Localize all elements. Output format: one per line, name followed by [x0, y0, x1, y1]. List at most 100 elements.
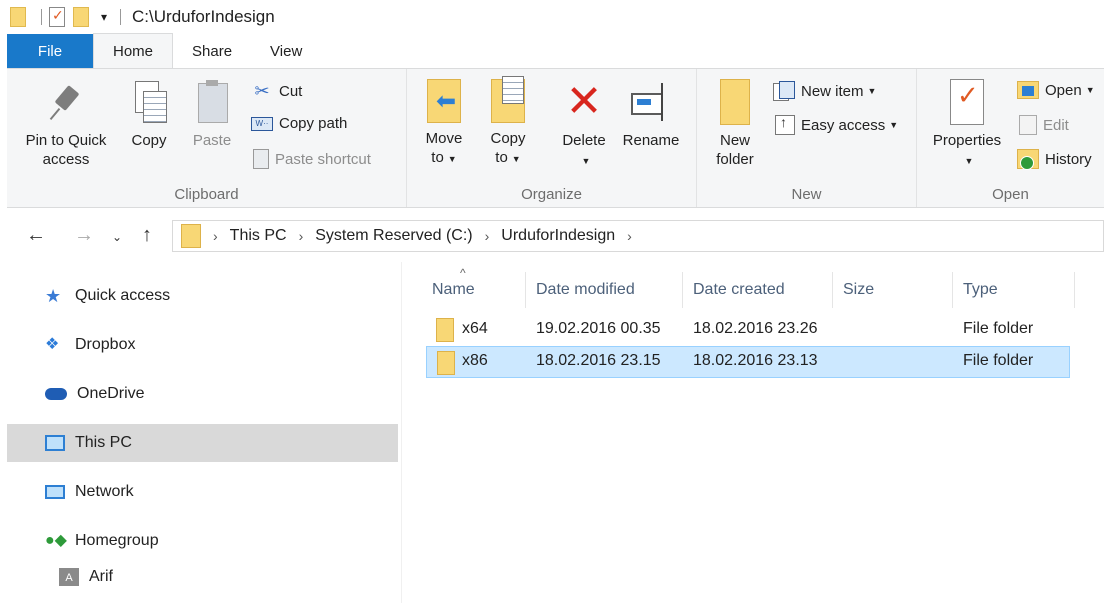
- new-group-label: New: [791, 186, 822, 203]
- column-header-label: Date created: [693, 281, 785, 298]
- tab-home[interactable]: Home: [93, 33, 174, 68]
- customize-toolbar-chevron-icon[interactable]: ▾: [101, 10, 107, 24]
- open-group: Properties ▼ Open ▼ Edit History Open: [917, 69, 1104, 207]
- breadcrumb-chevron-icon[interactable]: ›: [213, 228, 218, 244]
- folder-icon[interactable]: [10, 7, 26, 27]
- properties-icon: [950, 79, 984, 125]
- history-button[interactable]: History: [1017, 149, 1092, 170]
- table-row[interactable]: x86 18.02.2016 23.15 18.02.2016 23.13 Fi…: [426, 346, 1070, 378]
- copy-to-label-line1: Copy: [490, 130, 526, 147]
- file-date-modified: 19.02.2016 00.35: [536, 320, 661, 337]
- easy-access-button[interactable]: Easy access ▼: [775, 114, 899, 135]
- breadcrumb-chevron-icon[interactable]: ›: [299, 228, 304, 244]
- file-list: ^ Name Date modified Date created Size T…: [402, 262, 1104, 603]
- column-header-date-modified[interactable]: Date modified: [526, 272, 683, 308]
- open-button[interactable]: Open ▼: [1017, 81, 1095, 99]
- tab-file[interactable]: File: [7, 34, 93, 68]
- nav-item-onedrive[interactable]: OneDrive: [7, 375, 398, 413]
- breadcrumb-system-reserved[interactable]: System Reserved (C:): [315, 227, 472, 245]
- paste-icon: [195, 79, 229, 125]
- breadcrumb-chevron-icon[interactable]: ›: [627, 228, 632, 244]
- paste-button[interactable]: Paste: [185, 79, 239, 150]
- paste-shortcut-button[interactable]: Paste shortcut: [253, 149, 371, 169]
- file-type: File folder: [963, 320, 1034, 337]
- nav-item-homegroup[interactable]: ●◆ Homegroup: [7, 522, 398, 560]
- recent-locations-chevron-icon[interactable]: ⌄: [112, 230, 122, 244]
- pin-to-quick-access-button[interactable]: Pin to Quick access: [13, 79, 119, 169]
- tab-view[interactable]: View: [251, 34, 321, 68]
- chevron-down-icon: ▼: [889, 120, 899, 130]
- nav-item-this-pc[interactable]: This PC: [7, 424, 398, 462]
- clipboard-group: Pin to Quick access Copy Paste ✂ Cut W··…: [7, 69, 407, 207]
- sort-ascending-icon: ^: [460, 266, 466, 280]
- column-header-size[interactable]: Size: [833, 272, 953, 308]
- easy-access-label: Easy access: [801, 116, 886, 134]
- column-header-type[interactable]: Type: [953, 272, 1075, 308]
- delete-label: Delete: [562, 132, 606, 149]
- nav-item-network[interactable]: Network: [7, 473, 398, 511]
- new-item-button[interactable]: New item ▼: [773, 81, 876, 101]
- new-item-icon: [773, 81, 795, 101]
- chevron-down-icon: ▼: [964, 156, 974, 166]
- new-folder-icon[interactable]: [73, 7, 89, 27]
- column-header-date-created[interactable]: Date created: [683, 272, 833, 308]
- open-icon: [1017, 81, 1039, 99]
- delete-button[interactable]: ✕ Delete ▼: [555, 79, 613, 171]
- nav-item-label: Dropbox: [75, 336, 136, 353]
- copy-path-button[interactable]: W·· Copy path: [251, 115, 347, 132]
- back-arrow-icon[interactable]: ←: [26, 224, 46, 247]
- easy-access-icon: [775, 114, 795, 135]
- pin-icon: [46, 79, 86, 125]
- tab-share[interactable]: Share: [173, 34, 251, 68]
- table-row[interactable]: x64 19.02.2016 00.35 18.02.2016 23.26 Fi…: [426, 314, 1070, 346]
- breadcrumb-chevron-icon[interactable]: ›: [485, 228, 490, 244]
- organize-group: Move to▼ Copy to▼ ✕ Delete ▼ Rename Orga…: [407, 69, 697, 207]
- copy-path-label: Copy path: [279, 115, 348, 132]
- edit-button[interactable]: Edit: [1019, 115, 1069, 135]
- cut-button[interactable]: ✂ Cut: [251, 81, 302, 102]
- chevron-down-icon: ▼: [447, 154, 457, 164]
- forward-arrow-icon[interactable]: →: [74, 224, 94, 247]
- column-header-label: Type: [963, 281, 998, 298]
- rename-button[interactable]: Rename: [617, 79, 685, 150]
- copy-label: Copy: [131, 132, 167, 149]
- nav-item-label: This PC: [75, 434, 132, 451]
- column-header-label: Size: [843, 281, 875, 298]
- column-header-label: Name: [432, 281, 475, 298]
- file-type: File folder: [963, 352, 1034, 369]
- nav-item-arif[interactable]: A Arif: [7, 558, 398, 596]
- new-folder-icon: [720, 79, 750, 125]
- paste-label: Paste: [192, 132, 232, 149]
- homegroup-icon: ●◆: [45, 532, 67, 549]
- window-title: C:\UrduforIndesign: [132, 7, 275, 26]
- network-icon: [45, 485, 65, 499]
- clipboard-group-label: Clipboard: [174, 186, 239, 203]
- new-folder-label-line1: New: [719, 132, 750, 149]
- folder-icon: [181, 224, 201, 248]
- file-name: x64: [462, 320, 488, 337]
- new-folder-label-line2: folder: [716, 151, 754, 168]
- nav-item-dropbox[interactable]: ❖ Dropbox: [7, 326, 398, 364]
- file-date-created: 18.02.2016 23.13: [693, 352, 818, 369]
- properties-icon[interactable]: [49, 7, 65, 27]
- breadcrumb-urduforindesign[interactable]: UrduforIndesign: [501, 227, 615, 245]
- new-folder-button[interactable]: New folder: [709, 79, 761, 169]
- copy-to-button[interactable]: Copy to ▼: [483, 76, 533, 169]
- delete-x-icon: ✕: [565, 77, 603, 126]
- cut-label: Cut: [279, 83, 303, 100]
- address-bar[interactable]: › This PC › System Reserved (C:) › Urduf…: [172, 220, 1104, 252]
- nav-item-quick-access[interactable]: ★ Quick access: [7, 277, 398, 315]
- breadcrumb-this-pc[interactable]: This PC: [230, 227, 287, 245]
- move-to-button[interactable]: Move to▼: [419, 79, 469, 169]
- copy-path-icon: W··: [251, 116, 273, 131]
- folder-icon: [437, 351, 455, 375]
- edit-label: Edit: [1043, 116, 1069, 134]
- new-item-label: New item: [801, 82, 864, 100]
- scissors-icon: ✂: [254, 81, 270, 101]
- pin-label-line2: access: [42, 151, 90, 168]
- ribbon: Pin to Quick access Copy Paste ✂ Cut W··…: [7, 68, 1104, 208]
- properties-button[interactable]: Properties ▼: [927, 79, 1007, 171]
- column-header-name[interactable]: ^ Name: [422, 266, 526, 308]
- up-arrow-icon[interactable]: ↑: [142, 224, 152, 247]
- copy-button[interactable]: Copy: [123, 79, 175, 150]
